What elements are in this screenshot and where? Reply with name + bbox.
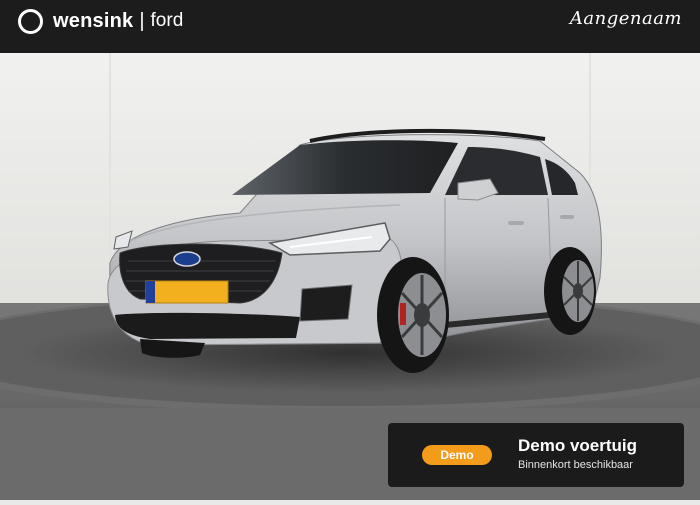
badge-subtitle: Binnenkort beschikbaar <box>518 459 633 471</box>
rear-wheel <box>544 247 596 335</box>
front-wheel <box>377 257 449 373</box>
demo-badge: Demo Demo voertuig Binnenkort beschikbaa… <box>388 423 684 487</box>
badge-title: Demo voertuig <box>518 436 638 455</box>
header-bar: wensink | ford Aangenaam <box>0 0 700 53</box>
logo-sub-brand: ford <box>150 10 184 31</box>
license-plate <box>145 280 229 304</box>
demo-pill: Demo <box>422 445 492 465</box>
ford-emblem-icon <box>173 251 201 267</box>
logo-brand: wensink <box>53 9 134 32</box>
dealer-logo[interactable]: wensink | ford <box>18 4 183 38</box>
ring-icon <box>18 8 43 34</box>
logo-separator: | <box>139 9 145 32</box>
tagline: Aangenaam <box>569 8 682 29</box>
